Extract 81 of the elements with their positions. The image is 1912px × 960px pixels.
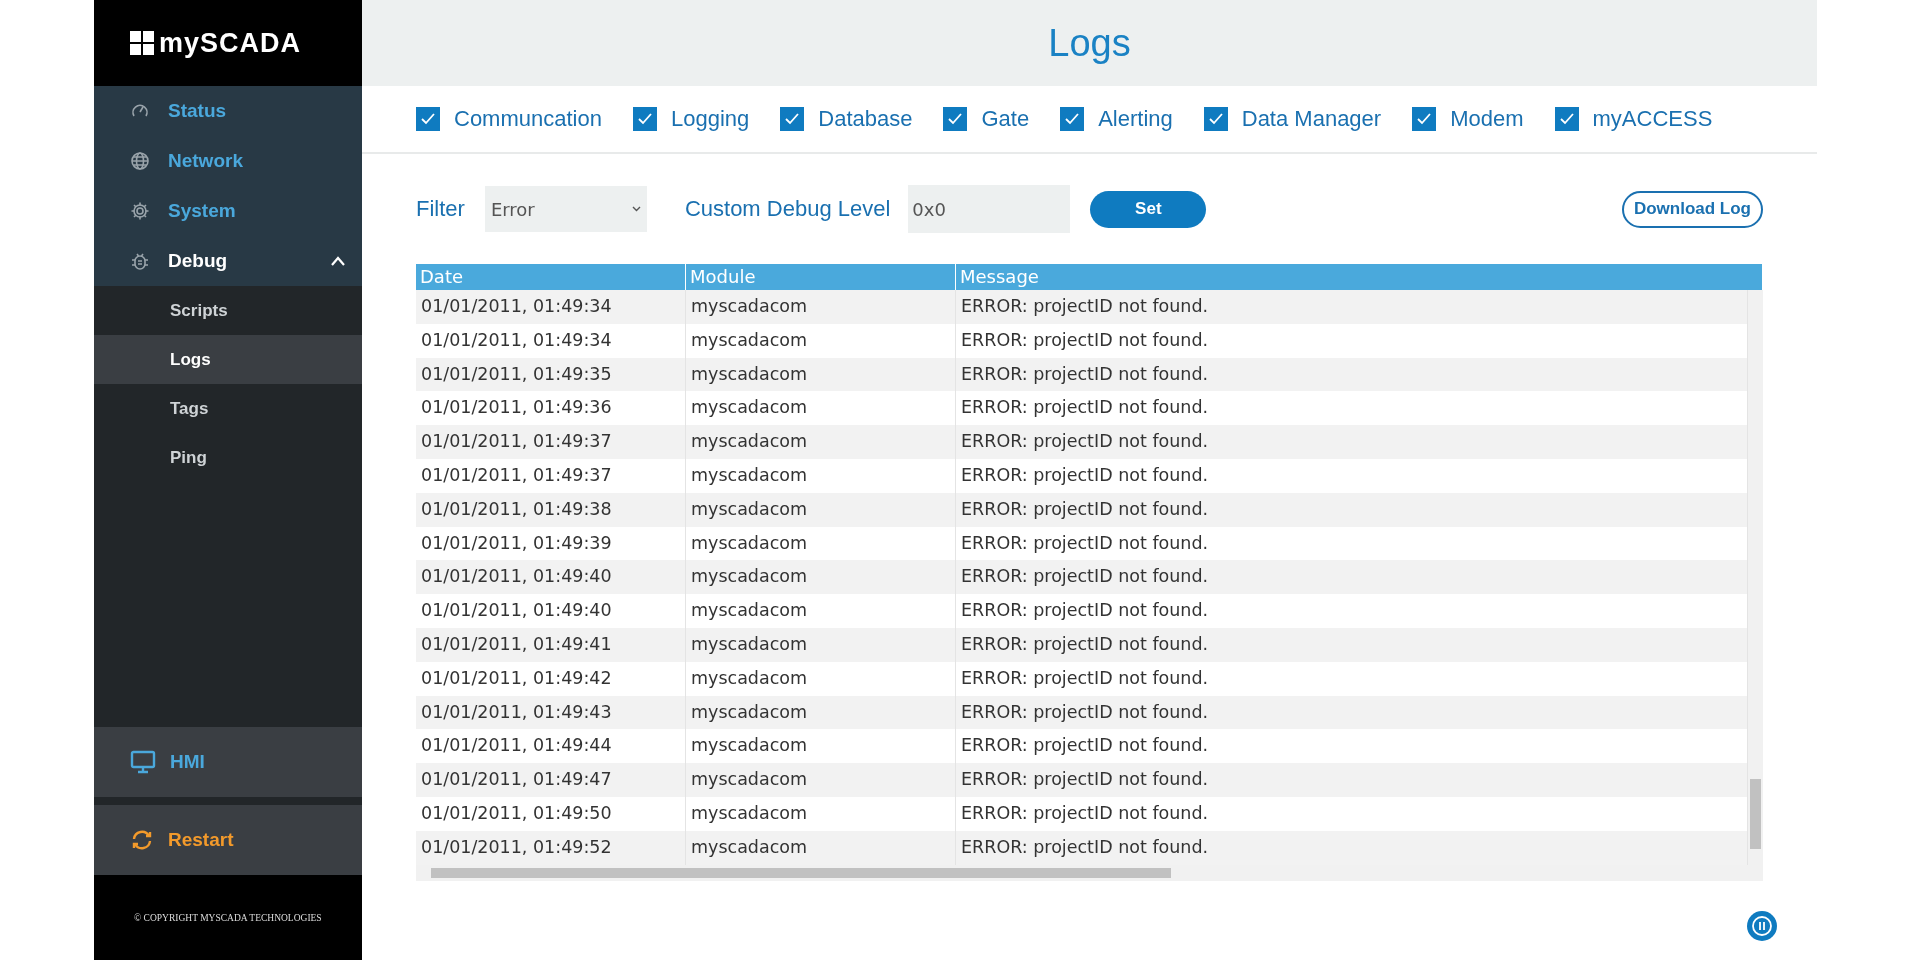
pause-button[interactable] [1747,910,1777,941]
copyright-text: © COPYRIGHT MYSCADA TECHNOLOGIES [134,912,322,923]
table-cell: myscadacom [686,763,956,797]
table-cell: myscadacom [686,695,956,730]
table-cell: myscadacom [686,661,956,696]
submenu-item[interactable]: Scripts [94,286,362,335]
checkbox[interactable] [1554,107,1579,131]
table-cell: myscadacom [686,459,956,493]
debug-level-field[interactable]: 0x0 [908,185,1071,233]
category-checkbox[interactable]: Modem [1412,106,1524,132]
filter-dropdown[interactable]: Error [484,186,647,232]
check-icon [636,112,653,126]
bug-icon [130,251,150,271]
table-cell: 01/01/2011, 01:49:43 [416,695,686,730]
table-cell: 01/01/2011, 01:49:41 [416,627,686,662]
checkbox[interactable] [1060,107,1085,131]
table-cell: 01/01/2011, 01:49:47 [416,763,686,797]
category-checkbox[interactable]: Data Manager [1203,106,1382,132]
checkbox[interactable] [1412,107,1437,131]
table-cell: 01/01/2011, 01:49:37 [416,459,686,493]
table-cell: 01/01/2011, 01:49:35 [416,357,686,392]
check-icon [1064,112,1081,126]
check-icon [947,112,964,126]
hmi-button[interactable]: HMI [94,727,362,797]
refresh-icon [130,828,154,852]
table-cell: myscadacom [686,492,956,527]
submenu-item[interactable]: Ping [94,433,362,482]
download-log-button[interactable]: Download Log [1621,190,1763,228]
category-checkbox[interactable]: Logging [632,106,750,132]
restart-button[interactable]: Restart [94,805,362,875]
category-checkbox[interactable]: myACCESS [1554,106,1713,132]
table-cell: 01/01/2011, 01:49:34 [416,290,686,324]
check-icon [784,112,801,126]
category-checkbox[interactable]: Gate [943,106,1030,132]
category-checkbox[interactable]: Database [780,106,913,132]
globe-icon [130,151,150,171]
settings-icon [130,201,150,221]
table-cell: 01/01/2011, 01:49:38 [416,492,686,527]
table-cell: myscadacom [686,425,956,459]
nav-item[interactable]: System [94,186,362,236]
nav-item[interactable]: Debug [94,236,362,286]
table-cell: 01/01/2011, 01:49:40 [416,560,686,595]
checkbox[interactable] [1203,107,1228,131]
checkbox[interactable] [632,107,657,131]
table-cell: myscadacom [686,323,956,358]
set-button[interactable]: Set [1090,190,1207,228]
check-icon [1207,112,1224,126]
category-checkbox[interactable]: Alerting [1060,106,1173,132]
pause-icon [1751,914,1773,937]
table-cell: myscadacom [686,796,956,831]
table-cell: myscadacom [686,627,956,662]
table-cell: myscadacom [686,560,956,595]
page-title: Logs [1048,21,1131,65]
table-cell: myscadacom [686,357,956,392]
monitor-icon [130,750,156,774]
vertical-scrollbar[interactable] [1748,290,1763,865]
table-cell: myscadacom [686,594,956,628]
table-cell: 01/01/2011, 01:49:42 [416,661,686,696]
check-icon [1558,112,1575,126]
nav-item[interactable]: Network [94,136,362,186]
debug-level-label: Custom Debug Level [684,196,891,222]
table-cell: 01/01/2011, 01:49:40 [416,594,686,628]
table-cell: myscadacom [686,830,956,865]
filter-label: Filter [416,196,465,222]
submenu-item[interactable]: Tags [94,384,362,433]
table-cell: 01/01/2011, 01:49:52 [416,830,686,865]
checkbox[interactable] [780,107,805,131]
check-icon [420,112,436,126]
table-cell: myscadacom [686,290,956,324]
table-cell: 01/01/2011, 01:49:37 [416,425,686,459]
brand-logo: mySCADA [159,27,302,59]
check-icon [1416,112,1433,126]
table-cell: 01/01/2011, 01:49:50 [416,796,686,831]
nav-item[interactable]: Status [94,86,362,136]
checkbox[interactable] [943,107,968,131]
caret-icon [631,206,641,212]
submenu-item[interactable]: Logs [94,335,362,384]
table-cell: 01/01/2011, 01:49:34 [416,323,686,358]
checkbox[interactable] [416,107,440,131]
category-checkbox[interactable]: Communcation [416,106,602,132]
logo-grid-icon [130,31,154,55]
